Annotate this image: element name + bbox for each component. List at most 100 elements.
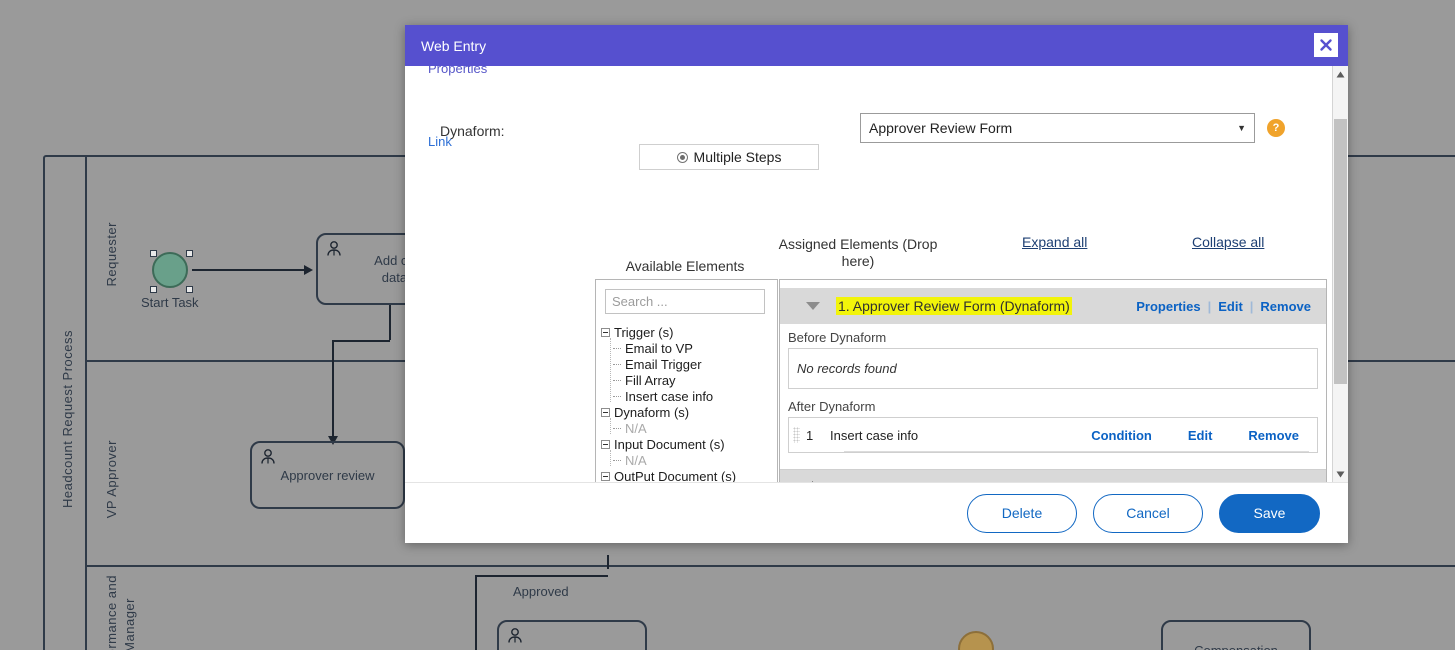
user-task-icon <box>508 628 522 643</box>
help-icon[interactable]: ? <box>1267 119 1285 137</box>
chevron-down-icon: ▼ <box>1237 123 1246 133</box>
tree-item-label: Email Trigger <box>625 356 702 372</box>
row-remove-link[interactable]: Remove <box>1230 428 1317 443</box>
task-label-3: Compensation <box>1194 642 1278 650</box>
collapse-all-link[interactable]: Collapse all <box>1192 234 1264 250</box>
tree-node-label: Dynaform (s) <box>614 404 690 420</box>
task-approver-review[interactable]: Approver review <box>250 441 405 509</box>
user-task-icon <box>261 449 275 464</box>
pool-title-divider <box>85 155 87 650</box>
tree-node-trigger[interactable]: Trigger (s) <box>601 324 777 340</box>
tree-dash-icon <box>613 379 621 381</box>
multiple-steps-label: Multiple Steps <box>693 149 782 165</box>
tree-item-label: N/A <box>625 420 647 436</box>
flow-task1-left <box>332 340 390 342</box>
tree-dash-icon <box>613 395 621 397</box>
step-2-header[interactable]: 2. Assignment <box>780 470 1326 482</box>
save-button[interactable]: Save <box>1219 493 1320 533</box>
collapse-box-icon[interactable] <box>601 327 610 337</box>
row-condition-link[interactable]: Condition <box>1073 428 1170 443</box>
modal-vertical-scrollbar[interactable] <box>1332 66 1348 482</box>
flow-arrow-1 <box>304 265 313 275</box>
flow-to-approver <box>332 340 334 436</box>
flow-start-to-task1 <box>192 269 304 271</box>
radio-selected-icon <box>676 151 688 163</box>
scroll-up-arrow-icon[interactable] <box>1333 66 1348 82</box>
collapse-box-icon[interactable] <box>601 471 610 481</box>
task-compensation[interactable]: Compensation <box>1161 620 1311 650</box>
assigned-elements-title: Assigned Elements (Drop here) <box>778 236 938 269</box>
chevron-down-icon[interactable] <box>806 302 820 310</box>
flow-approved-vert <box>475 575 477 650</box>
tree-group-dynaforms: Dynaform (s) N/A <box>601 404 777 436</box>
tree-dash-icon <box>613 427 621 429</box>
nav-item-properties[interactable]: Properties <box>428 66 487 76</box>
lane-label-vp-approver: VP Approver <box>104 440 119 519</box>
table-row[interactable]: 1 Insert case info Condition Edit Remove <box>789 418 1317 452</box>
before-dynaform-label: Before Dynaform <box>780 324 1326 348</box>
tree-dash-icon <box>613 347 621 349</box>
pool-label: Headcount Request Process <box>60 330 75 508</box>
tree-item-email-to-vp[interactable]: Email to VP <box>601 340 777 356</box>
scroll-down-arrow-icon[interactable] <box>1333 466 1348 482</box>
tree-node-input-document[interactable]: Input Document (s) <box>601 436 777 452</box>
modal-title-bar: Web Entry <box>405 25 1348 66</box>
step-1-title: 1. Approver Review Form (Dynaform) <box>836 297 1072 315</box>
step-1-header[interactable]: 1. Approver Review Form (Dynaform) Prope… <box>780 288 1326 324</box>
modal-title-text: Web Entry <box>421 37 487 54</box>
multiple-steps-radio[interactable]: Multiple Steps <box>639 144 819 170</box>
resize-handle-nw[interactable] <box>150 250 157 257</box>
row-name: Insert case info <box>830 427 919 443</box>
drop-zone-top[interactable] <box>780 280 1326 288</box>
close-icon-glyph <box>1320 39 1332 51</box>
tree-node-label: Trigger (s) <box>614 324 674 340</box>
drag-handle-icon[interactable] <box>793 427 800 443</box>
caret-down-icon <box>1336 471 1345 477</box>
modal-body: Properties Link Dynaform: Approver Revie… <box>405 66 1348 482</box>
task-lower[interactable] <box>497 620 647 650</box>
cancel-button[interactable]: Cancel <box>1093 493 1203 533</box>
tree-node-output-document[interactable]: OutPut Document (s) <box>601 468 777 482</box>
tree-item-label: N/A <box>625 452 647 468</box>
lane-label-manager: Manager <box>122 598 137 650</box>
caret-up-icon <box>1336 71 1345 77</box>
flow-approved-left <box>475 575 608 577</box>
collapse-box-icon[interactable] <box>601 439 610 449</box>
tree-guide-line <box>610 450 611 466</box>
delete-button[interactable]: Delete <box>967 493 1077 533</box>
resize-handle-ne[interactable] <box>186 250 193 257</box>
before-dynaform-empty-message: No records found <box>797 361 897 376</box>
scrollbar-thumb[interactable] <box>1334 119 1347 384</box>
start-event[interactable] <box>152 252 188 288</box>
resize-handle-sw[interactable] <box>150 286 157 293</box>
assigned-step-2: 2. Assignment <box>780 470 1326 482</box>
available-elements-panel: Trigger (s) Email to VP Email Trigger <box>595 279 778 482</box>
tree-item-label: Insert case info <box>625 388 714 404</box>
modal-footer: Delete Cancel Save <box>405 482 1348 543</box>
dynaform-select[interactable]: Approver Review Form ▼ <box>860 113 1255 143</box>
row-edit-link[interactable]: Edit <box>1170 428 1231 443</box>
step-1-remove-link[interactable]: Remove <box>1253 299 1318 314</box>
help-icon-glyph: ? <box>1272 122 1280 134</box>
tree-group-output-documents: OutPut Document (s) N/A <box>601 468 777 482</box>
tree-item-insert-case-info[interactable]: Insert case info <box>601 388 777 404</box>
assigned-step-1: 1. Approver Review Form (Dynaform) Prope… <box>780 288 1326 470</box>
tree-guide-line <box>610 418 611 434</box>
tree-node-label: OutPut Document (s) <box>614 468 737 483</box>
assigned-elements-panel[interactable]: 1. Approver Review Form (Dynaform) Prope… <box>779 279 1327 482</box>
tree-item-label: Email to VP <box>625 340 693 356</box>
tree-item-email-trigger[interactable]: Email Trigger <box>601 356 777 372</box>
resize-handle-se[interactable] <box>186 286 193 293</box>
step-1-properties-link[interactable]: Properties <box>1129 299 1207 314</box>
collapse-box-icon[interactable] <box>601 407 610 417</box>
step-2-title: 2. Assignment <box>842 480 930 482</box>
tree-node-dynaform[interactable]: Dynaform (s) <box>601 404 777 420</box>
dynaform-selected-value: Approver Review Form <box>869 120 1013 136</box>
chevron-right-icon[interactable] <box>812 481 820 482</box>
expand-all-link[interactable]: Expand all <box>1022 234 1087 250</box>
close-icon[interactable] <box>1314 33 1338 57</box>
tree-item-fill-array[interactable]: Fill Array <box>601 372 777 388</box>
tree-item-dynaform-na: N/A <box>601 420 777 436</box>
search-input[interactable] <box>605 289 765 314</box>
step-1-edit-link[interactable]: Edit <box>1211 299 1250 314</box>
